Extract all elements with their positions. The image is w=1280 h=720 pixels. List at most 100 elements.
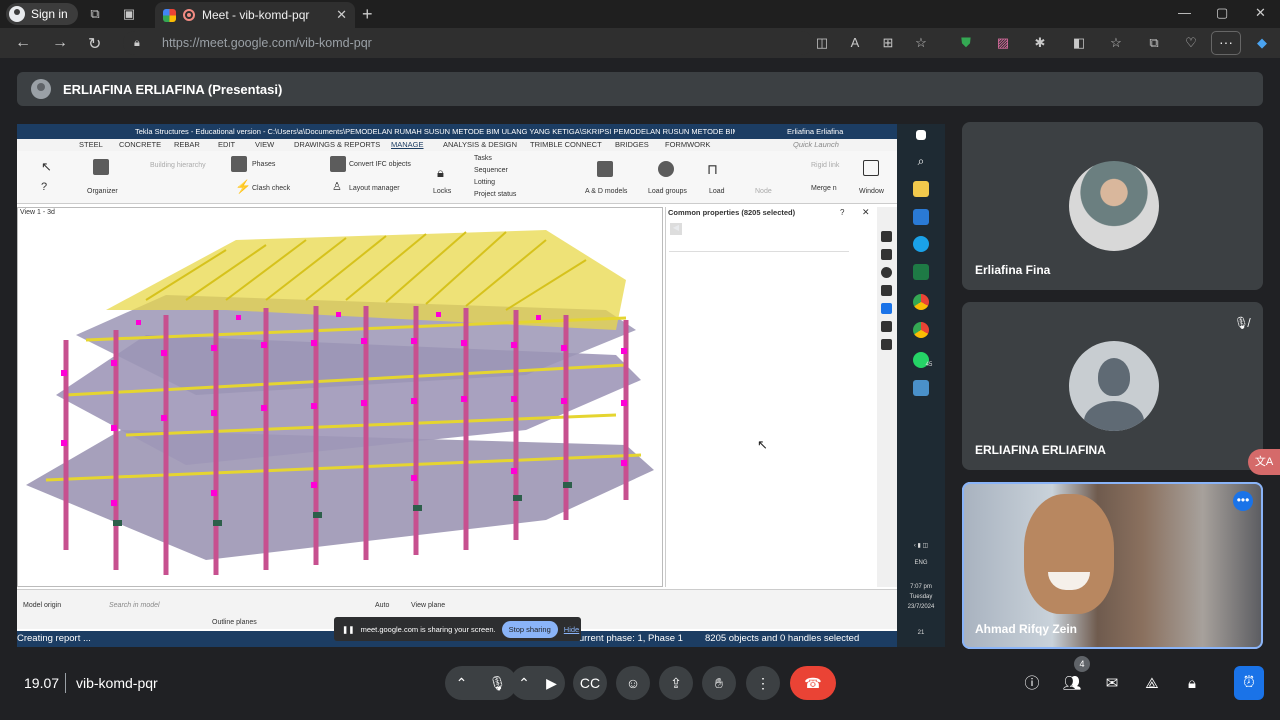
clash-check-icon[interactable]: ⚡ <box>235 179 251 195</box>
quick-launch-field[interactable]: Quick Launch <box>793 139 839 151</box>
components-icon[interactable] <box>881 339 892 350</box>
read-aloud-icon[interactable]: A <box>846 34 864 52</box>
microphone-icon[interactable]: 🎙︎ <box>489 675 507 692</box>
maximize-icon[interactable]: ▢ <box>1216 5 1228 21</box>
favorite-star-icon[interactable]: ☆ <box>912 34 930 52</box>
merge-label[interactable]: Merge n <box>811 185 837 192</box>
select-arrow-icon[interactable]: ↖ <box>41 159 52 175</box>
microphone-control[interactable]: ⌃ 🎙︎ <box>445 666 517 700</box>
settings-icon[interactable] <box>881 303 892 314</box>
file-explorer-icon[interactable] <box>913 181 929 197</box>
minimize-icon[interactable]: — <box>1178 5 1191 20</box>
window-icon[interactable] <box>863 160 879 176</box>
phases-icon[interactable] <box>231 156 247 172</box>
browser-essentials-icon[interactable]: ♡ <box>1182 34 1200 52</box>
sequencer-label[interactable]: Sequencer <box>474 167 508 174</box>
menu-steel[interactable]: STEEL <box>79 139 103 151</box>
properties-back-icon[interactable]: ◀ <box>670 223 682 235</box>
split-screen-icon[interactable]: ◧ <box>1070 34 1088 52</box>
chat-icon[interactable]: ✉ <box>1100 672 1124 696</box>
menu-drawings-reports[interactable]: DRAWINGS & REPORTS <box>294 139 380 151</box>
activities-shapes-icon[interactable]: ⟁ <box>1140 672 1164 696</box>
search-icon[interactable]: ⌕ <box>913 154 929 170</box>
properties-help-icon[interactable]: ? <box>840 208 844 217</box>
url-field[interactable]: 🔒︎ https://meet.google.com/vib-komd-pqr <box>123 31 813 55</box>
translate-extension-icon[interactable]: ▨ <box>994 34 1012 52</box>
menu-view[interactable]: VIEW <box>255 139 274 151</box>
menu-rebar[interactable]: REBAR <box>174 139 200 151</box>
close-tab-icon[interactable]: ✕ <box>336 7 347 23</box>
help-icon[interactable]: ? <box>41 181 47 193</box>
menu-edit[interactable]: EDIT <box>218 139 235 151</box>
building-hierarchy-label[interactable]: Building hierarchy <box>150 162 206 169</box>
camera-in-use-icon[interactable]: ◫ <box>813 34 831 52</box>
project-status-label[interactable]: Project status <box>474 191 516 198</box>
tekla-icon[interactable] <box>913 380 929 396</box>
participant-tile-speaking[interactable]: ••• Ahmad Rifqy Zein <box>962 482 1263 649</box>
chrome-profile-icon[interactable] <box>913 322 929 338</box>
participant-tile[interactable]: Erliafina Fina <box>962 122 1263 290</box>
hat-icon[interactable] <box>881 249 892 260</box>
hide-notice-button[interactable]: Hide <box>564 625 579 634</box>
participant-tile[interactable]: 🎙︎̸ ERLIAFINA ERLIAFINA <box>962 302 1263 470</box>
model-view-3d[interactable]: View 1 - 3d <box>17 207 663 587</box>
back-icon[interactable]: ← <box>15 34 31 52</box>
view-plane-dropdown[interactable]: View plane <box>411 602 445 609</box>
menu-analysis-design[interactable]: ANALYSIS & DESIGN <box>443 139 517 151</box>
chrome-icon[interactable] <box>913 294 929 310</box>
menu-trimble-connect[interactable]: TRIMBLE CONNECT <box>530 139 602 151</box>
camera-options-chevron-icon[interactable]: ⌃ <box>518 675 530 692</box>
search-in-model-field[interactable]: Search in model <box>109 602 160 609</box>
node-label[interactable]: Node <box>755 188 772 195</box>
menu-manage[interactable]: MANAGE <box>391 139 424 151</box>
menu-formwork[interactable]: FORMWORK <box>665 139 710 151</box>
organizer-icon[interactable] <box>93 159 109 175</box>
load-groups-icon[interactable] <box>658 161 674 177</box>
meeting-info-icon[interactable]: ⓘ <box>1020 672 1044 696</box>
timer-alarm-icon[interactable]: ⏰︎ <box>1234 666 1264 700</box>
convert-ifc-icon[interactable] <box>330 156 346 172</box>
link-icon[interactable] <box>881 231 892 242</box>
collections-icon[interactable]: ⧉ <box>1145 34 1163 52</box>
load-icon[interactable]: ⊓ <box>707 161 718 178</box>
camera-icon[interactable]: ▶︎ <box>546 675 557 692</box>
tab-meet[interactable]: Meet - vib-komd-pqr ✕ <box>155 2 355 28</box>
mic-options-chevron-icon[interactable]: ⌃ <box>456 675 468 692</box>
forward-icon[interactable]: → <box>52 34 68 52</box>
more-options-button[interactable]: ⋮ <box>746 666 780 700</box>
tile-options-icon[interactable]: ••• <box>1233 491 1253 511</box>
more-menu-icon[interactable]: ··· <box>1211 31 1241 55</box>
language-indicator[interactable]: ENG <box>897 560 945 566</box>
properties-search-field[interactable] <box>669 240 849 252</box>
workspaces-icon[interactable]: ⧉ <box>87 6 103 22</box>
properties-close-icon[interactable]: ✕ <box>862 207 870 218</box>
new-tab-icon[interactable]: + <box>362 4 373 25</box>
rigid-link-label[interactable]: Rigid link <box>811 162 839 169</box>
cube-icon[interactable] <box>881 321 892 332</box>
people-icon[interactable]: 👥︎ <box>1060 672 1084 696</box>
locks-icon[interactable]: 🔒︎ <box>437 165 444 181</box>
sign-in-button[interactable]: Sign in <box>6 3 78 25</box>
leave-call-button[interactable]: ☎︎ <box>790 666 836 700</box>
reactions-button[interactable]: ☺ <box>616 666 650 700</box>
globe-icon[interactable] <box>881 267 892 278</box>
close-window-icon[interactable]: ✕ <box>1255 5 1266 21</box>
captions-button[interactable]: CC <box>573 666 607 700</box>
translate-widget-icon[interactable]: 文A <box>1248 449 1280 475</box>
copilot-icon[interactable]: ◆ <box>1253 34 1271 52</box>
shield-extension-icon[interactable]: ⛊ <box>957 34 975 52</box>
mail-icon[interactable] <box>913 209 929 225</box>
cloud-icon[interactable] <box>881 285 892 296</box>
menu-concrete[interactable]: CONCRETE <box>119 139 161 151</box>
windows-start-icon[interactable] <box>916 130 926 140</box>
menu-bridges[interactable]: BRIDGES <box>615 139 649 151</box>
auto-dropdown[interactable]: Auto <box>375 602 389 609</box>
tab-actions-icon[interactable]: ▣ <box>121 6 137 22</box>
stop-sharing-button[interactable]: Stop sharing <box>501 620 558 638</box>
tasks-label[interactable]: Tasks <box>474 155 492 162</box>
edge-icon[interactable] <box>913 236 929 252</box>
present-button[interactable]: ⇪ <box>659 666 693 700</box>
extensions-icon[interactable]: ✱ <box>1031 34 1049 52</box>
raise-hand-button[interactable]: ✋︎ <box>702 666 736 700</box>
outline-planes-dropdown[interactable]: Outline planes <box>212 619 257 626</box>
